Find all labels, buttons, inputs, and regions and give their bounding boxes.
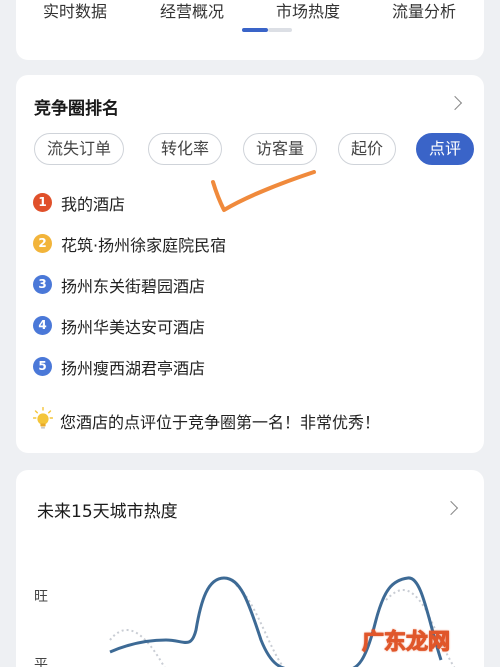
tab-traffic-analysis[interactable]: 流量分析: [392, 0, 456, 22]
filter-chip-visitors[interactable]: 访客量: [243, 133, 318, 165]
tab-business-overview[interactable]: 经营概况: [160, 0, 224, 22]
watermark: 广东龙网: [361, 630, 451, 656]
rank-badge: 2: [33, 234, 52, 253]
hotel-name: 花筑·扬州徐家庭院民宿: [61, 236, 227, 255]
top-nav-tabs: 实时数据 经营概况 市场热度 流量分析: [16, 0, 484, 22]
competition-ranking-title: 竞争圈排名: [34, 99, 119, 119]
hotel-name: 扬州华美达安可酒店: [61, 318, 206, 337]
rank-badge: 4: [33, 316, 52, 335]
top-nav-card: 实时数据 经营概况 市场热度 流量分析: [16, 0, 484, 60]
tab-market-heat[interactable]: 市场热度: [276, 0, 340, 22]
rank-badge: 1: [33, 193, 52, 212]
filter-chip-starting-price[interactable]: 起价: [338, 133, 397, 165]
lightbulb-icon: [33, 407, 53, 429]
page-indicator-inactive: [268, 28, 292, 32]
ranking-filter-chips: 流失订单 转化率 访客量 起价 点评: [34, 133, 484, 167]
chevron-right-icon[interactable]: [447, 95, 463, 111]
competition-ranking-card: 竞争圈排名 流失订单 转化率 访客量 起价 点评 1 我的酒店 2 花筑·扬州徐…: [16, 75, 484, 453]
hotel-name: 我的酒店: [61, 195, 126, 214]
chevron-right-icon[interactable]: [443, 500, 459, 516]
page-indicator: [242, 28, 292, 32]
y-axis-label-normal: 平: [34, 657, 48, 667]
rank-badge: 5: [33, 357, 52, 376]
hotel-name: 扬州瘦西湖君亭酒店: [61, 359, 206, 378]
tab-realtime-data[interactable]: 实时数据: [43, 0, 107, 22]
rank-badge: 3: [33, 275, 52, 294]
hotel-name: 扬州东关街碧园酒店: [61, 277, 206, 296]
filter-chip-reviews[interactable]: 点评: [416, 133, 475, 165]
y-axis-label-busy: 旺: [34, 589, 48, 605]
filter-chip-lost-orders[interactable]: 流失订单: [34, 133, 125, 165]
tip-text: 您酒店的点评位于竞争圈第一名！非常优秀！: [60, 413, 381, 432]
city-heat-title: 未来15天城市热度: [37, 502, 178, 522]
page-indicator-active: [242, 28, 268, 32]
filter-chip-conversion-rate[interactable]: 转化率: [148, 133, 223, 165]
